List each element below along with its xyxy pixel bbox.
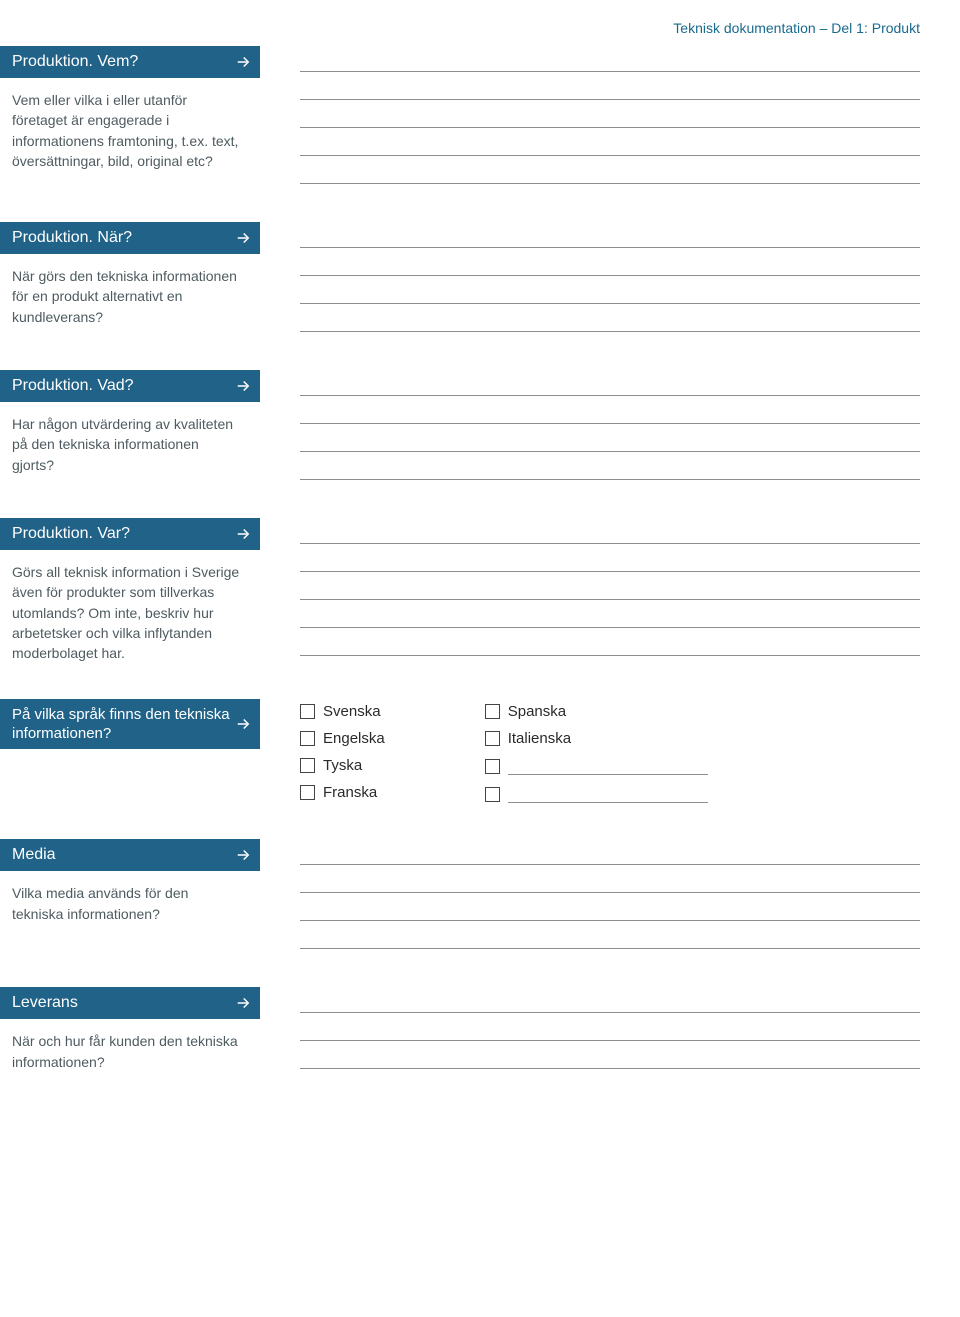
language-checkboxes: Svenska Engelska Tyska Franska Spanska I… xyxy=(300,699,920,803)
checkbox-label: Franska xyxy=(323,784,377,801)
checkbox-other-1[interactable] xyxy=(485,757,708,775)
checkbox-icon[interactable] xyxy=(300,758,315,773)
section-sprak: På vilka språk finns den tekniska inform… xyxy=(0,699,960,803)
checkbox-icon[interactable] xyxy=(300,785,315,800)
bar-sprak: På vilka språk finns den tekniska inform… xyxy=(0,699,260,749)
lines-vad[interactable] xyxy=(300,370,920,480)
lines-nar[interactable] xyxy=(300,222,920,332)
desc-var: Görs all teknisk information i Sverige ä… xyxy=(0,562,250,663)
breadcrumb: Teknisk dokumentation – Del 1: Produkt xyxy=(0,20,960,46)
section-leverans: Leverans När och hur får kunden den tekn… xyxy=(0,987,960,1072)
bar-vad-title: Produktion. Vad? xyxy=(12,377,134,395)
bar-vem: Produktion. Vem? xyxy=(0,46,260,78)
bar-leverans: Leverans xyxy=(0,987,260,1019)
section-var: Produktion. Var? Görs all teknisk inform… xyxy=(0,518,960,663)
arrow-icon xyxy=(234,53,252,71)
checkbox-other-2[interactable] xyxy=(485,785,708,803)
checkbox-label: Spanska xyxy=(508,703,566,720)
checkbox-engelska[interactable]: Engelska xyxy=(300,730,385,747)
bar-nar: Produktion. När? xyxy=(0,222,260,254)
arrow-icon xyxy=(234,994,252,1012)
lines-media[interactable] xyxy=(300,839,920,949)
checkbox-label: Svenska xyxy=(323,703,381,720)
arrow-icon xyxy=(234,525,252,543)
lines-vem[interactable] xyxy=(300,46,920,184)
bar-var-title: Produktion. Var? xyxy=(12,525,130,543)
bar-media-title: Media xyxy=(12,846,56,864)
lines-var[interactable] xyxy=(300,518,920,656)
bar-var: Produktion. Var? xyxy=(0,518,260,550)
checkbox-icon[interactable] xyxy=(300,704,315,719)
checkbox-icon[interactable] xyxy=(485,759,500,774)
desc-nar: När görs den tekniska informationen för … xyxy=(0,266,250,327)
bar-vem-title: Produktion. Vem? xyxy=(12,53,138,71)
bar-sprak-title: På vilka språk finns den tekniska inform… xyxy=(12,705,234,744)
section-media: Media Vilka media används för den teknis… xyxy=(0,839,960,951)
checkbox-icon[interactable] xyxy=(485,787,500,802)
bar-nar-title: Produktion. När? xyxy=(12,229,132,247)
checkbox-label: Italienska xyxy=(508,730,571,747)
arrow-icon xyxy=(234,229,252,247)
checkbox-franska[interactable]: Franska xyxy=(300,784,385,801)
checkbox-tyska[interactable]: Tyska xyxy=(300,757,385,774)
desc-vad: Har någon utvärdering av kvaliteten på d… xyxy=(0,414,250,475)
section-nar: Produktion. När? När görs den tekniska i… xyxy=(0,222,960,334)
checkbox-label: Engelska xyxy=(323,730,385,747)
arrow-icon xyxy=(234,377,252,395)
lines-leverans[interactable] xyxy=(300,987,920,1069)
section-vad: Produktion. Vad? Har någon utvärdering a… xyxy=(0,370,960,482)
checkbox-icon[interactable] xyxy=(485,731,500,746)
bar-leverans-title: Leverans xyxy=(12,994,78,1012)
checkbox-icon[interactable] xyxy=(300,731,315,746)
checkbox-svenska[interactable]: Svenska xyxy=(300,703,385,720)
checkbox-label: Tyska xyxy=(323,757,362,774)
desc-vem: Vem eller vilka i eller utanför företage… xyxy=(0,90,250,171)
checkbox-italienska[interactable]: Italienska xyxy=(485,730,708,747)
checkbox-icon[interactable] xyxy=(485,704,500,719)
other-line[interactable] xyxy=(508,757,708,775)
checkbox-spanska[interactable]: Spanska xyxy=(485,703,708,720)
arrow-icon xyxy=(234,715,252,733)
bar-media: Media xyxy=(0,839,260,871)
desc-leverans: När och hur får kunden den tekniska info… xyxy=(0,1031,250,1072)
other-line[interactable] xyxy=(508,785,708,803)
bar-vad: Produktion. Vad? xyxy=(0,370,260,402)
section-vem: Produktion. Vem? Vem eller vilka i eller… xyxy=(0,46,960,186)
arrow-icon xyxy=(234,846,252,864)
desc-media: Vilka media används för den tekniska inf… xyxy=(0,883,250,924)
